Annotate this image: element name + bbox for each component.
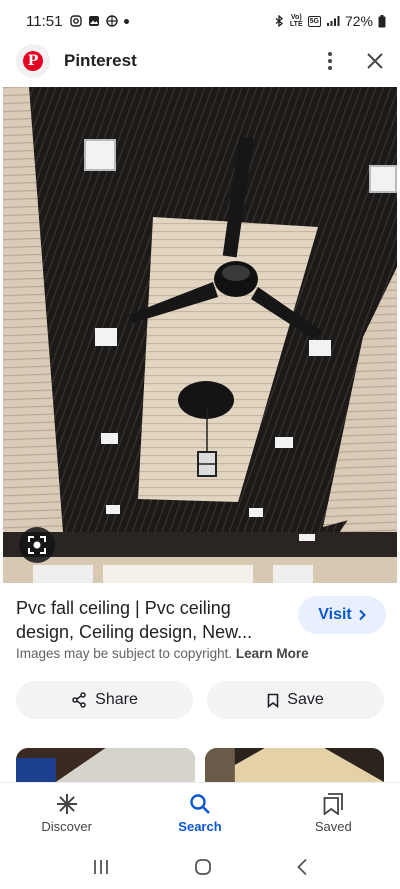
more-options-icon[interactable]: [322, 52, 338, 70]
close-icon[interactable]: [366, 52, 384, 70]
share-button[interactable]: Share: [16, 681, 193, 719]
battery-icon: [378, 14, 386, 27]
related-image-thumbnail[interactable]: [16, 748, 195, 782]
nav-saved-label: Saved: [314, 819, 352, 834]
bookmark-icon: [267, 693, 279, 708]
lens-icon: [28, 536, 46, 554]
app-title: Pinterest: [64, 51, 137, 70]
result-info: Pvc fall ceiling | Pvc ceiling design, C…: [16, 596, 386, 644]
nav-search-label: Search: [178, 819, 222, 834]
nav-saved[interactable]: Saved: [278, 793, 388, 834]
bluetooth-icon: [275, 15, 283, 27]
battery-percentage: 72%: [344, 13, 373, 29]
save-button[interactable]: Save: [207, 681, 384, 719]
nav-discover-label: Discover: [41, 819, 92, 834]
search-icon: [190, 794, 210, 814]
system-navigation: [0, 845, 400, 889]
ball-icon: [106, 15, 119, 27]
asterisk-icon: [56, 794, 77, 814]
status-bar: 11:51 Vo) LTE 5G 72%: [0, 0, 400, 42]
related-image-thumbnail[interactable]: [205, 748, 384, 782]
nav-search[interactable]: Search: [145, 793, 255, 834]
result-title[interactable]: Pvc fall ceiling | Pvc ceiling design, C…: [16, 596, 276, 644]
related-images: [16, 748, 384, 782]
nav-discover[interactable]: Discover: [12, 793, 122, 834]
chevron-right-icon: [359, 609, 366, 621]
instagram-icon: [70, 15, 83, 27]
saved-collections-icon: [323, 793, 344, 815]
share-label: Share: [95, 691, 138, 708]
gallery-icon: [89, 16, 100, 26]
ceiling-photo: [3, 87, 397, 583]
back-icon[interactable]: [296, 858, 308, 876]
visit-button[interactable]: Visit: [298, 596, 386, 634]
home-icon[interactable]: [194, 858, 212, 876]
learn-more-link[interactable]: Learn More: [236, 646, 309, 661]
notification-dot-icon: [124, 18, 130, 24]
action-row: Share Save: [16, 681, 384, 719]
app-header: P Pinterest: [0, 42, 400, 80]
google-lens-button[interactable]: [19, 527, 55, 563]
share-icon: [72, 692, 86, 708]
result-image[interactable]: [3, 87, 397, 583]
recent-apps-icon[interactable]: [92, 859, 110, 875]
5g-indicator: 5G: [307, 15, 321, 27]
bottom-navigation: Discover Search Saved: [0, 782, 400, 844]
visit-label: Visit: [318, 606, 352, 623]
save-label: Save: [287, 691, 324, 708]
pinterest-logo-icon: P: [23, 51, 43, 71]
copyright-text: Images may be subject to copyright.: [16, 646, 233, 661]
signal-icon: [326, 16, 340, 26]
status-time: 11:51: [26, 12, 63, 30]
copyright-notice: Images may be subject to copyright. Lear…: [16, 646, 309, 661]
volte-indicator: Vo) LTE: [289, 14, 303, 28]
pinterest-logo: P: [16, 44, 50, 78]
